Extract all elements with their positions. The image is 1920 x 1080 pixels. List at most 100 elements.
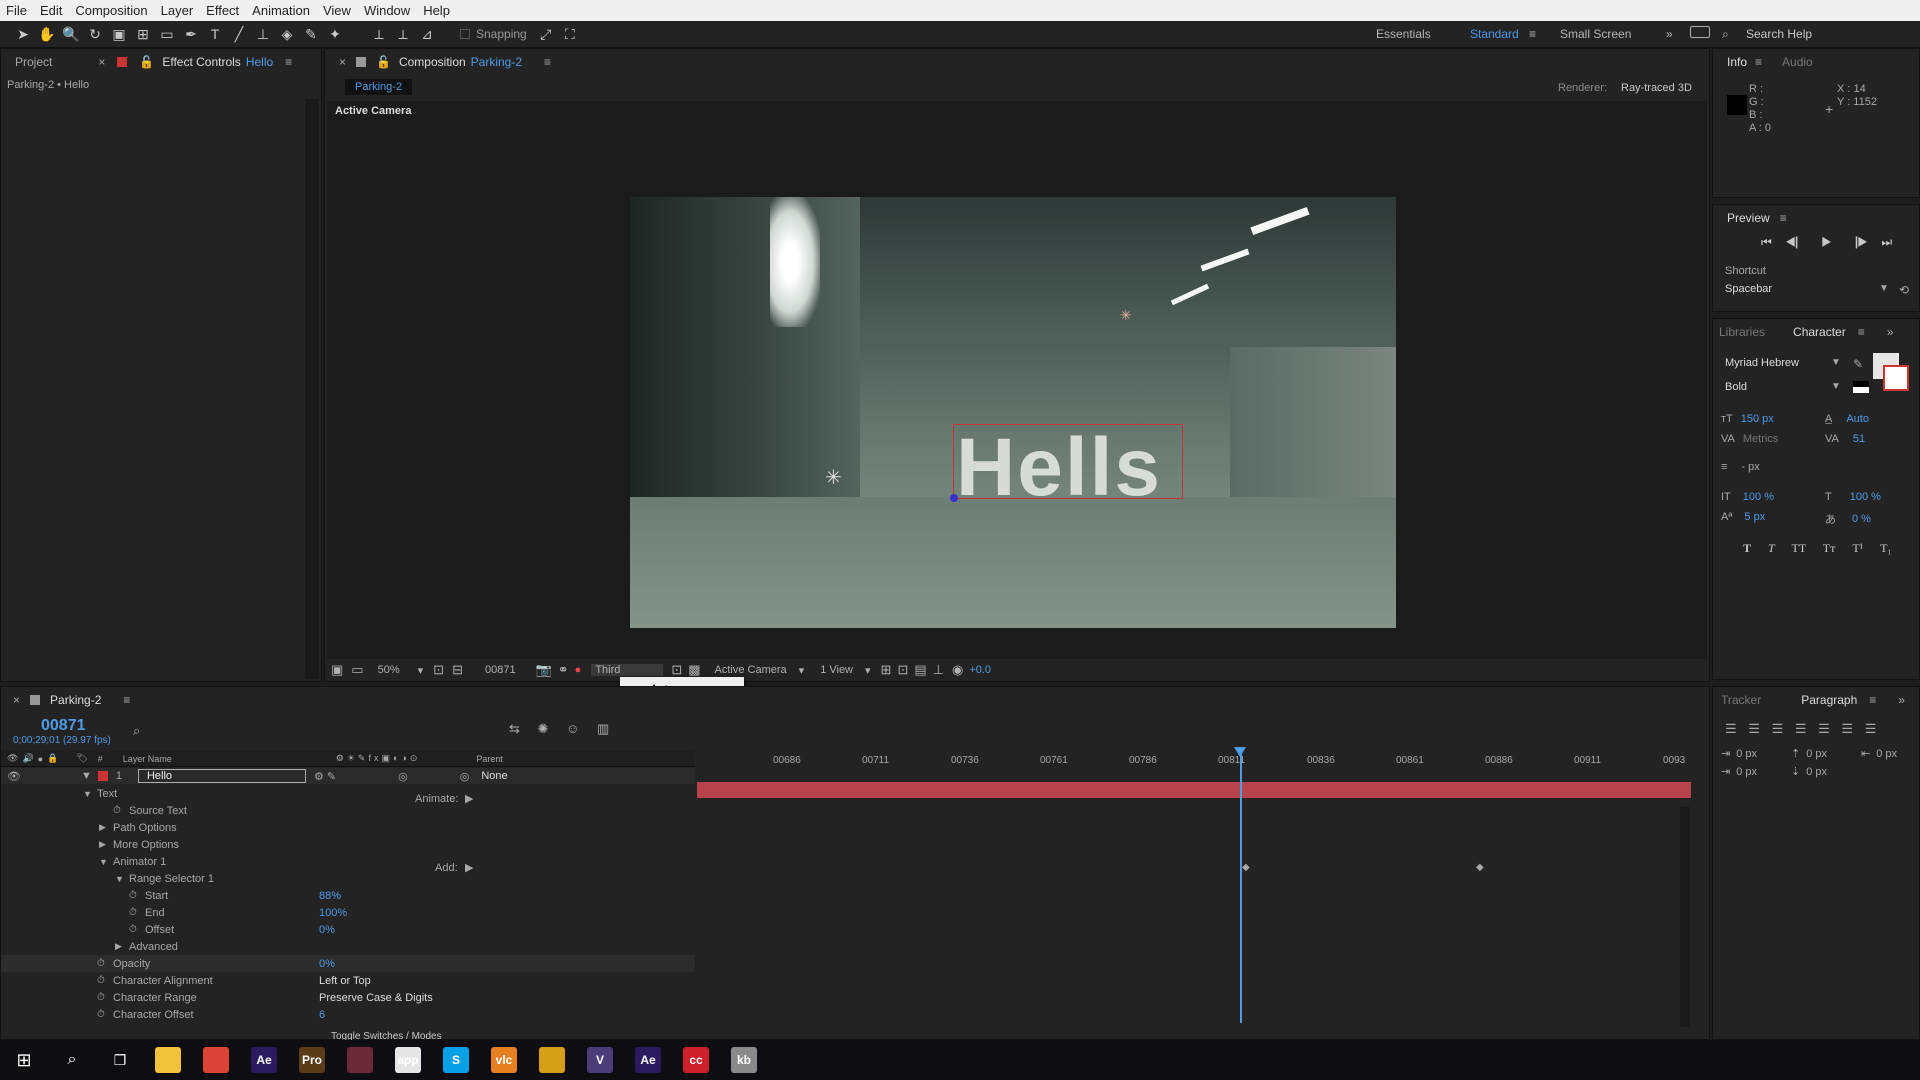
- selection-tool-icon[interactable]: ➤: [12, 23, 34, 45]
- more-icon[interactable]: »: [1898, 693, 1905, 707]
- vertical-scale-value[interactable]: 100 %: [1743, 491, 1774, 503]
- renderer-value[interactable]: Ray-traced 3D: [1621, 82, 1692, 94]
- scrollbar[interactable]: [305, 99, 319, 679]
- close-icon[interactable]: ×: [339, 55, 346, 69]
- eyedropper-icon[interactable]: ✎: [1853, 357, 1863, 371]
- snap-extend-icon[interactable]: ⛶: [559, 23, 581, 45]
- eye-icon[interactable]: 👁: [7, 770, 21, 783]
- tab-tracker[interactable]: Tracker: [1721, 693, 1761, 707]
- type-tool-icon[interactable]: T: [204, 23, 226, 45]
- time-graph[interactable]: 00686 00711 00736 00761 00786 00811 00836 00861…: [697, 717, 1697, 1031]
- property-value[interactable]: 100%: [319, 907, 347, 919]
- stroke-color-swatch[interactable]: [1883, 365, 1909, 391]
- pan-behind-tool-icon[interactable]: ⊞: [132, 23, 154, 45]
- zoom-tool-icon[interactable]: 🔍: [60, 23, 82, 45]
- scrollbar[interactable]: [1680, 807, 1690, 1027]
- panel-menu-icon[interactable]: ≡: [1858, 325, 1865, 339]
- dropdown-icon[interactable]: ▼: [1831, 357, 1841, 368]
- property-row[interactable]: ⏱ Offset 0%: [1, 921, 695, 938]
- play-icon[interactable]: ▶: [1821, 235, 1832, 249]
- camera-dropdown-icon[interactable]: ▾: [799, 664, 805, 677]
- show-snapshot-icon[interactable]: ⚭: [558, 662, 569, 678]
- panel-menu-icon[interactable]: ≡: [1755, 55, 1762, 69]
- monitor-icon[interactable]: ▭: [351, 662, 363, 678]
- mask-toggle-icon[interactable]: ⊟: [452, 662, 463, 678]
- font-size-value[interactable]: 150 px: [1741, 413, 1774, 425]
- exposure-value[interactable]: +0.0: [969, 664, 991, 676]
- camera-view-select[interactable]: Active Camera: [715, 664, 787, 676]
- property-row[interactable]: ⏱ Source Text: [1, 802, 695, 819]
- justify-right-icon[interactable]: ☰: [1841, 721, 1853, 736]
- menu-file[interactable]: File: [6, 3, 27, 18]
- loop-icon[interactable]: ⟲: [1899, 283, 1909, 297]
- composition-name[interactable]: Parking-2: [471, 55, 522, 69]
- horizontal-scale-value[interactable]: 100 %: [1850, 491, 1881, 503]
- snapshot-icon[interactable]: ▣: [331, 662, 343, 678]
- taskbar-app-app[interactable]: app: [384, 1040, 432, 1080]
- task-view-button[interactable]: ❐: [96, 1040, 144, 1080]
- stopwatch-icon[interactable]: ⏱: [113, 805, 121, 816]
- workspace-small-screen[interactable]: Small Screen: [1560, 27, 1631, 41]
- search-icon[interactable]: ⌕: [133, 723, 140, 739]
- justify-all-icon[interactable]: ☰: [1865, 721, 1877, 736]
- panel-menu-icon[interactable]: ≡: [123, 693, 130, 707]
- fast-preview-icon[interactable]: ⊡: [897, 662, 908, 678]
- layer-name-column[interactable]: Layer Name: [123, 754, 172, 764]
- workspace-menu-icon[interactable]: ≡: [1529, 27, 1536, 41]
- clone-stamp-tool-icon[interactable]: ⊥: [252, 23, 274, 45]
- property-value[interactable]: 6: [319, 1009, 325, 1021]
- tab-libraries[interactable]: Libraries: [1719, 325, 1765, 339]
- title-safe-icon[interactable]: ⊡: [433, 662, 444, 678]
- brush-tool-icon[interactable]: ╱: [228, 23, 250, 45]
- shortcut-select[interactable]: Spacebar: [1725, 283, 1893, 295]
- stopwatch-icon[interactable]: ⏱: [97, 958, 105, 969]
- light-icon[interactable]: ✳: [1120, 307, 1132, 324]
- timecode[interactable]: 00871: [41, 717, 86, 735]
- taskbar-app-kb[interactable]: kb: [720, 1040, 768, 1080]
- panel-menu-icon[interactable]: ≡: [544, 55, 551, 69]
- anchor-point[interactable]: [950, 494, 958, 502]
- dropdown-icon[interactable]: ▼: [1879, 283, 1889, 294]
- tsume-value[interactable]: 0 %: [1852, 513, 1871, 525]
- layer-label-color[interactable]: [97, 771, 108, 781]
- zoom-select[interactable]: 50%: [378, 664, 400, 676]
- align-right-icon[interactable]: ☰: [1772, 721, 1784, 736]
- small-caps-button[interactable]: Tт: [1823, 541, 1836, 555]
- expand-icon[interactable]: ▼: [81, 770, 92, 782]
- tab-audio[interactable]: Audio: [1782, 55, 1813, 69]
- stopwatch-icon[interactable]: ⏱: [129, 924, 137, 935]
- more-icon[interactable]: »: [1887, 325, 1894, 339]
- tab-parking-2[interactable]: Parking-2: [345, 79, 413, 95]
- faux-italic-button[interactable]: T: [1768, 541, 1775, 555]
- taskbar-app-music[interactable]: [528, 1040, 576, 1080]
- justify-left-icon[interactable]: ☰: [1795, 721, 1807, 736]
- menu-animation[interactable]: Animation: [252, 3, 310, 18]
- taskbar-app-ae[interactable]: Ae: [624, 1040, 672, 1080]
- channel-icon[interactable]: ●: [575, 664, 582, 676]
- lock-icon[interactable]: 🔓: [376, 55, 391, 69]
- align-center-icon[interactable]: ☰: [1748, 721, 1760, 736]
- shy-icon[interactable]: ☺: [566, 721, 579, 736]
- parent-select[interactable]: None: [481, 770, 507, 782]
- taskbar-app-pro[interactable]: Pro: [288, 1040, 336, 1080]
- toggle-pixel-icon[interactable]: ⊞: [881, 662, 892, 678]
- rectangle-tool-icon[interactable]: ▭: [156, 23, 178, 45]
- kerning-value[interactable]: Metrics: [1743, 433, 1778, 445]
- tab-preview[interactable]: Preview: [1727, 211, 1770, 225]
- roi-icon[interactable]: ⊡: [671, 662, 682, 678]
- axis-world-icon[interactable]: ⟂: [392, 23, 414, 45]
- resolution-select[interactable]: Third: [591, 664, 664, 676]
- property-row[interactable]: ⏱ Character Alignment Left or Top: [1, 972, 695, 989]
- stroke-width-value[interactable]: - px: [1741, 461, 1759, 473]
- search-help-icon[interactable]: ⌕: [1722, 27, 1729, 42]
- snap-icon[interactable]: ⤢: [535, 23, 557, 45]
- search-button[interactable]: ⌕: [48, 1040, 96, 1080]
- comp-mini-flowchart-icon[interactable]: ⇆: [509, 721, 520, 736]
- property-row[interactable]: ▼ Text: [1, 785, 695, 802]
- space-after-value[interactable]: 0 px: [1806, 766, 1827, 778]
- tracking-value[interactable]: 51: [1853, 433, 1865, 445]
- keyframe-icon[interactable]: ◆: [1242, 862, 1250, 873]
- property-row[interactable]: ⏱ Character Range Preserve Case & Digits: [1, 989, 695, 1006]
- dropdown-icon[interactable]: ▼: [1831, 381, 1841, 392]
- panel-menu-icon[interactable]: ≡: [285, 55, 292, 69]
